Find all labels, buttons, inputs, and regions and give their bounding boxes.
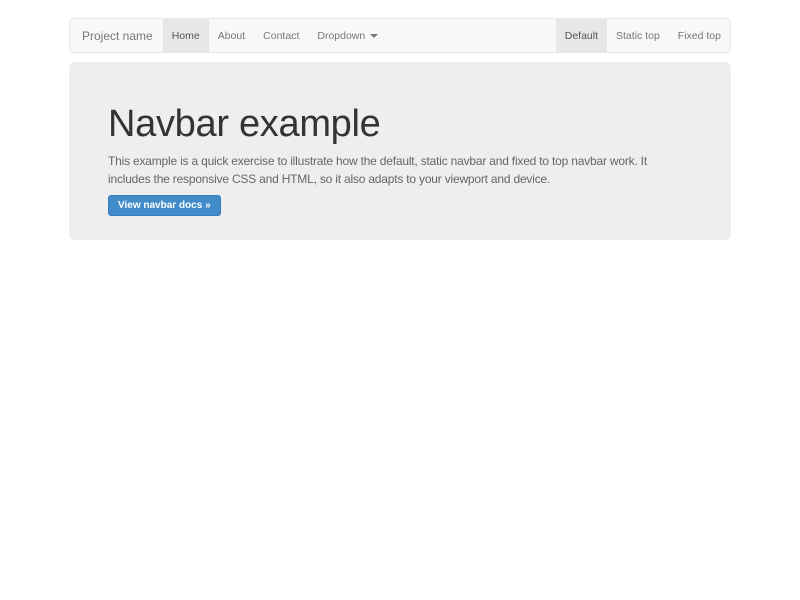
navbar: Project name Home About Contact Dropdown… bbox=[69, 18, 731, 53]
jumbotron-description: This example is a quick exercise to illu… bbox=[108, 152, 691, 188]
nav-item-label: Default bbox=[565, 30, 598, 42]
jumbotron: Navbar example This example is a quick e… bbox=[69, 62, 731, 240]
caret-down-icon bbox=[370, 34, 378, 38]
description-line-1: This example is a quick exercise to illu… bbox=[108, 152, 691, 170]
nav-item-label: Dropdown bbox=[317, 30, 365, 42]
nav-item-fixed-top[interactable]: Fixed top bbox=[669, 19, 730, 52]
nav-item-default[interactable]: Default bbox=[556, 19, 607, 52]
view-navbar-docs-button[interactable]: View navbar docs » bbox=[108, 195, 221, 216]
nav-right: Default Static top Fixed top bbox=[556, 19, 730, 52]
nav-item-home[interactable]: Home bbox=[163, 19, 209, 52]
nav-item-label: Fixed top bbox=[678, 30, 721, 42]
page: { "navbar": { "brand": "Project name", "… bbox=[0, 0, 800, 600]
nav-item-label: Home bbox=[172, 30, 200, 42]
brand-link[interactable]: Project name bbox=[70, 19, 163, 52]
nav-item-dropdown[interactable]: Dropdown bbox=[308, 19, 387, 52]
nav-item-contact[interactable]: Contact bbox=[254, 19, 308, 52]
nav-item-label: About bbox=[218, 30, 245, 42]
page-title: Navbar example bbox=[108, 105, 691, 145]
nav-item-label: Static top bbox=[616, 30, 660, 42]
nav-left: Home About Contact Dropdown bbox=[163, 19, 388, 52]
nav-item-about[interactable]: About bbox=[209, 19, 254, 52]
nav-item-static-top[interactable]: Static top bbox=[607, 19, 669, 52]
navbar-spacer bbox=[387, 19, 556, 52]
nav-item-label: Contact bbox=[263, 30, 299, 42]
description-line-2: includes the responsive CSS and HTML, so… bbox=[108, 170, 691, 188]
